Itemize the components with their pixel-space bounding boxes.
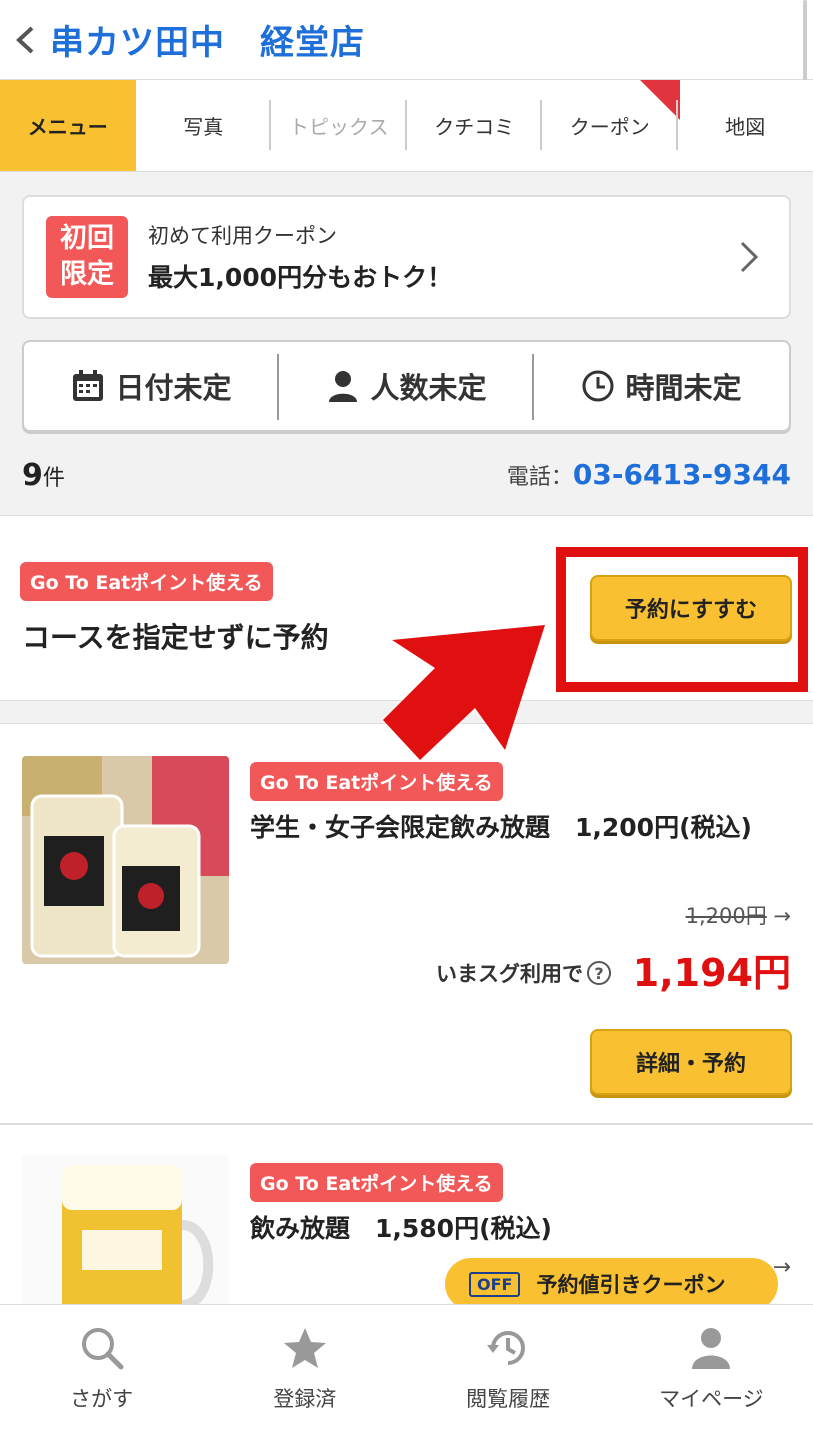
chevron-right-icon <box>740 241 759 273</box>
tab-photos[interactable]: 写真 <box>136 80 271 171</box>
user-icon <box>692 1328 731 1369</box>
people-filter-button[interactable]: 人数未定 <box>279 342 534 430</box>
goto-eat-badge: Go To Eatポイント使える <box>20 562 273 601</box>
first-time-coupon-card[interactable]: 初回 限定 初めて利用クーポン 最大1,000円分もおトク！ <box>22 195 791 319</box>
header: 串カツ田中 経堂店 <box>0 0 813 80</box>
off-ticket-icon: OFF <box>469 1271 521 1297</box>
result-count: 9件 <box>22 458 65 493</box>
nav-search[interactable]: さがす <box>0 1305 203 1440</box>
calendar-icon <box>73 370 104 401</box>
date-filter-button[interactable]: 日付未定 <box>24 342 279 430</box>
tab-topics[interactable]: トピックス <box>271 80 407 171</box>
reservation-filter: 日付未定 人数未定 時間未定 <box>22 340 791 432</box>
tab-bar: メニュー 写真 トピックス クチコミ クーポン 地図 <box>0 80 813 172</box>
chevron-left-icon <box>16 26 34 53</box>
pointer-arrow-icon <box>383 625 545 760</box>
tab-menu[interactable]: メニュー <box>0 80 136 171</box>
time-filter-button[interactable]: 時間未定 <box>534 342 789 430</box>
bottom-navigation: さがす 登録済 閲覧履歴 マイページ <box>0 1304 813 1440</box>
details-reserve-button[interactable]: 詳細・予約 <box>590 1029 792 1095</box>
coupon-subtitle: 初めて利用クーポン <box>148 224 337 248</box>
history-icon <box>487 1331 526 1365</box>
phone-number-link[interactable]: 03-6413-9344 <box>573 458 791 491</box>
clock-icon <box>582 370 614 402</box>
page-title: 串カツ田中 経堂店 <box>50 23 365 63</box>
tab-map[interactable]: 地図 <box>678 80 813 171</box>
drink-photo-image <box>22 756 229 964</box>
nav-history[interactable]: 閲覧履歴 <box>407 1305 610 1440</box>
back-button[interactable] <box>0 0 50 80</box>
goto-eat-badge: Go To Eatポイント使える <box>250 762 503 801</box>
goto-eat-badge: Go To Eatポイント使える <box>250 1163 503 1202</box>
course-photo[interactable] <box>22 756 229 964</box>
tab-coupons[interactable]: クーポン <box>542 80 680 171</box>
highlight-box <box>556 547 808 692</box>
new-ribbon <box>639 80 680 120</box>
phone: 電話：03-6413-9344 <box>506 458 791 491</box>
person-icon <box>329 371 358 402</box>
instant-use-label: いまスグ利用で? <box>436 958 611 988</box>
help-icon[interactable]: ? <box>587 961 611 985</box>
course-title-link[interactable]: 学生・女子会限定飲み放題 1,200円(税込) <box>250 806 780 850</box>
nav-mypage[interactable]: マイページ <box>610 1305 813 1440</box>
course-title-link[interactable]: 飲み放題 1,580円(税込) <box>250 1207 780 1251</box>
discount-coupon-pill[interactable]: OFF 予約値引きクーポン <box>445 1258 778 1310</box>
original-price: 1,200円 → <box>685 904 791 928</box>
course-item: Go To Eatポイント使える 学生・女子会限定飲み放題 1,200円(税込)… <box>0 723 813 1124</box>
tab-reviews[interactable]: クチコミ <box>407 80 542 171</box>
search-icon <box>81 1328 124 1370</box>
star-icon <box>283 1328 326 1368</box>
coupon-headline: 最大1,000円分もおトク！ <box>148 263 453 292</box>
nav-saved[interactable]: 登録済 <box>203 1305 406 1440</box>
first-time-badge: 初回 限定 <box>46 216 128 298</box>
no-course-title: コースを指定せずに予約 <box>22 621 329 654</box>
discounted-price: 1,194円 <box>632 951 791 995</box>
